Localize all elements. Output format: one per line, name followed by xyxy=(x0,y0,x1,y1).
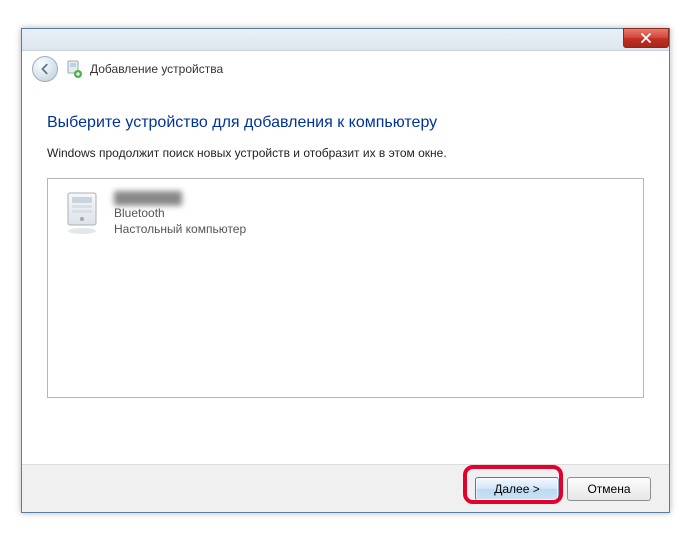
device-list: ████████ Bluetooth Настольный компьютер xyxy=(47,178,644,398)
titlebar xyxy=(22,29,669,51)
next-button[interactable]: Далее > xyxy=(475,477,559,501)
close-icon xyxy=(641,33,651,43)
header-row: Добавление устройства xyxy=(22,51,669,87)
device-name-label: ████████ xyxy=(114,191,246,205)
device-kind-label: Настольный компьютер xyxy=(114,221,246,237)
page-heading: Выберите устройство для добавления к ком… xyxy=(47,114,644,132)
page-subheading: Windows продолжит поиск новых устройств … xyxy=(47,146,644,160)
arrow-left-icon xyxy=(38,62,52,76)
wizard-window: Добавление устройства Выберите устройств… xyxy=(21,28,670,513)
close-button[interactable] xyxy=(623,28,669,48)
computer-icon xyxy=(60,189,104,237)
add-device-icon xyxy=(66,60,82,78)
footer: Далее > Отмена xyxy=(22,464,669,512)
cancel-button[interactable]: Отмена xyxy=(567,477,651,501)
breadcrumb: Добавление устройства xyxy=(90,62,223,76)
content-area: Выберите устройство для добавления к ком… xyxy=(47,114,644,444)
device-info: ████████ Bluetooth Настольный компьютер xyxy=(114,189,246,237)
back-button[interactable] xyxy=(32,56,58,82)
device-protocol-label: Bluetooth xyxy=(114,205,246,221)
device-item[interactable]: ████████ Bluetooth Настольный компьютер xyxy=(54,185,334,241)
